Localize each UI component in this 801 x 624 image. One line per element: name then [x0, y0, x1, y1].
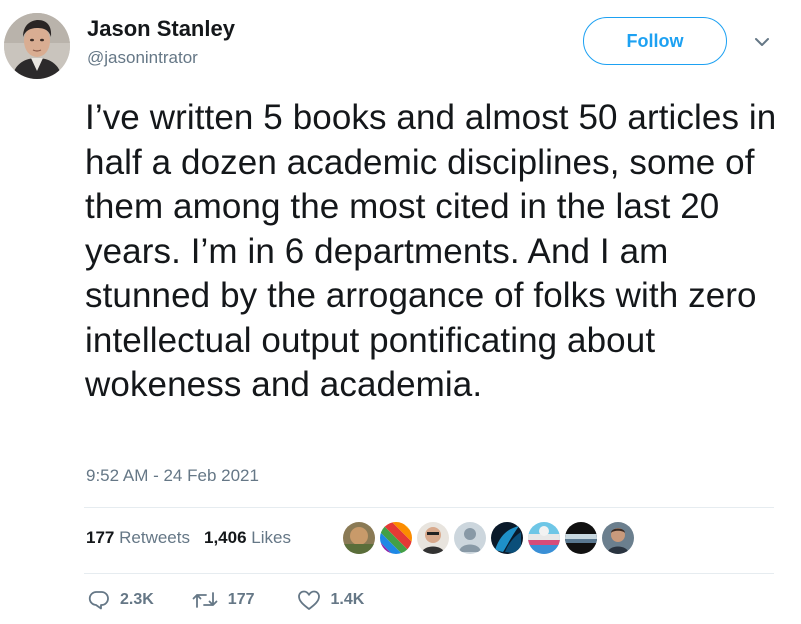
liker-avatar[interactable]: [380, 522, 412, 554]
tweet-timestamp[interactable]: 9:52 AM - 24 Feb 2021: [86, 466, 259, 486]
liker-avatars: [343, 522, 634, 554]
divider: [84, 573, 774, 574]
retweet-icon: [192, 589, 218, 611]
like-count: 1.4K: [330, 591, 365, 608]
retweet-button[interactable]: 177: [192, 589, 255, 611]
user-handle[interactable]: @jasonintrator: [87, 48, 198, 68]
retweets-count: 177: [86, 528, 115, 547]
liker-avatar[interactable]: [565, 522, 597, 554]
avatar[interactable]: [4, 13, 70, 79]
like-button[interactable]: 1.4K: [297, 589, 365, 611]
likes-label: Likes: [251, 528, 291, 547]
liker-avatar[interactable]: [491, 522, 523, 554]
likes-count: 1,406: [203, 528, 247, 547]
liker-avatar[interactable]: [528, 522, 560, 554]
liker-avatar[interactable]: [602, 522, 634, 554]
engagement-stats: 177 Retweets 1,406 Likes: [86, 527, 291, 549]
retweet-count: 177: [227, 591, 255, 608]
heart-icon: [297, 589, 321, 611]
tweet-actions: 2.3K 177 1.4K: [88, 589, 364, 611]
user-name[interactable]: Jason Stanley: [87, 16, 235, 42]
follow-button[interactable]: Follow: [583, 17, 727, 65]
reply-icon: [88, 589, 110, 611]
reply-button[interactable]: 2.3K: [88, 589, 154, 611]
likes-stat[interactable]: 1,406 Likes: [204, 527, 291, 549]
liker-avatar[interactable]: [417, 522, 449, 554]
retweets-stat[interactable]: 177 Retweets: [86, 527, 190, 549]
divider: [84, 507, 774, 508]
chevron-down-icon[interactable]: [752, 34, 772, 50]
liker-avatar[interactable]: [454, 522, 486, 554]
reply-count: 2.3K: [120, 591, 154, 608]
tweet-text: I’ve written 5 books and almost 50 artic…: [85, 98, 777, 404]
liker-avatar[interactable]: [343, 522, 375, 554]
retweets-label: Retweets: [119, 528, 190, 547]
